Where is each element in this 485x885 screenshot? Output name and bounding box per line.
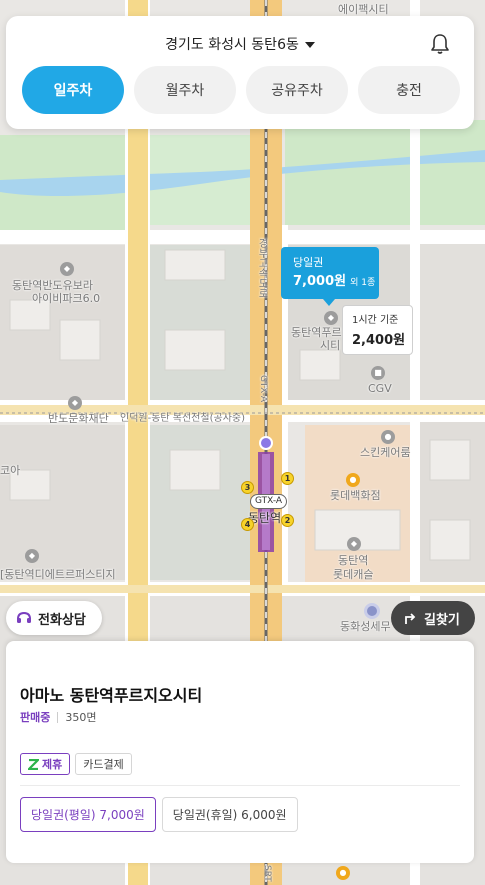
- exit-4-icon: 4: [241, 518, 254, 531]
- marker-kind: 1시간 기준: [352, 315, 399, 326]
- ticket-holiday-daily[interactable]: 당일권(휴일) 6,000원: [161, 797, 298, 832]
- gtx-badge: GTX-A: [250, 494, 288, 509]
- map-label-lotte-castle: 동탄역: [338, 554, 369, 567]
- map-label-gtx-line: GTX-A: [258, 375, 268, 403]
- map-label-lotte: 롯데백화점: [330, 489, 381, 502]
- parking-detail-sheet[interactable]: 아마노 동탄역푸르지오시티 판매중 350면 제휴 카드결제 당일권(평일) 7…: [6, 641, 474, 863]
- map-label-skin: 스킨케어룸: [360, 446, 411, 459]
- tag-partner: 제휴: [20, 753, 71, 775]
- poi-lotte-castle-icon: ◆: [347, 537, 361, 551]
- headset-icon: [17, 611, 31, 623]
- location-text: 경기도 화성시 동탄6동: [165, 37, 299, 53]
- parking-meta: 판매중 350면: [20, 709, 97, 725]
- poi-culture-icon: ◆: [68, 396, 82, 410]
- parking-price-marker-selected[interactable]: 당일권 7,000원 외 1종: [281, 247, 379, 306]
- map-label-lotte-castle-b: 롯데캐슬: [333, 568, 374, 581]
- poi-ditpark-icon: ◆: [25, 549, 39, 563]
- department-store-icon: ●: [346, 473, 360, 487]
- tag-card-payment: 카드결제: [75, 753, 132, 775]
- cinema-icon: ■: [371, 366, 385, 380]
- tax-office-icon: [364, 603, 380, 619]
- directions-button[interactable]: 길찾기: [391, 601, 475, 635]
- ticket-options: 당일권(평일) 7,000원 당일권(휴일) 6,000원: [20, 797, 298, 832]
- tab-daily[interactable]: 일주차: [22, 66, 124, 114]
- bell-icon[interactable]: [430, 33, 450, 55]
- phone-consult-button[interactable]: 전화상담: [6, 601, 102, 635]
- map-label-station-north: 동탄역푸르: [291, 326, 342, 339]
- top-panel: 경기도 화성시 동탄6동 일주차 월주차 공유주차 충전: [6, 16, 474, 129]
- caret-down-icon: [304, 42, 315, 48]
- map-label-road: 경부고속도로: [256, 238, 267, 298]
- exit-1-icon: 1: [281, 472, 294, 485]
- exit-3-icon: 3: [241, 481, 254, 494]
- map-label-cgv: CGV: [368, 382, 392, 395]
- marker-price: 7,000원 외 1종: [293, 274, 376, 289]
- turn-right-icon: [405, 613, 416, 624]
- map-label-ditpark: [동탄역디에트르퍼스티지: [0, 568, 116, 581]
- map-label-tax: 동화성세무: [340, 620, 391, 633]
- map-label-srt: SRT: [262, 865, 272, 882]
- partner-z-icon: [28, 758, 39, 770]
- divider: [57, 711, 59, 723]
- map-label-bando: 반도문화재단: [48, 412, 109, 425]
- map-label-apt-2: 아이비파크6.0: [32, 292, 101, 305]
- marker-price: 2,400원: [352, 333, 406, 348]
- consult-label: 전화상담: [38, 612, 86, 628]
- space-count: 350면: [65, 711, 97, 724]
- parking-price-marker[interactable]: 1시간 기준 2,400원: [342, 305, 413, 355]
- parking-type-tabs: 일주차 월주차 공유주차 충전: [22, 66, 460, 114]
- tab-monthly[interactable]: 월주차: [134, 66, 236, 114]
- divider: [20, 785, 460, 786]
- poi-apartment-icon: ◆: [60, 262, 74, 276]
- poi-food-icon: ●: [336, 866, 350, 880]
- map-label-apt: 동탄역반도유보라: [12, 279, 93, 292]
- map-label-top: 에이팩시티: [338, 3, 389, 16]
- map-label-partial-left: 코아: [0, 464, 21, 477]
- map-label-construction: 인덕원-동탄 복선전철(공사중): [120, 413, 245, 424]
- location-selector[interactable]: 경기도 화성시 동탄6동: [6, 34, 474, 54]
- poi-skin-icon: ●: [381, 430, 395, 444]
- tab-charging[interactable]: 충전: [358, 66, 460, 114]
- ticket-weekday-daily[interactable]: 당일권(평일) 7,000원: [20, 797, 156, 832]
- marker-kind: 당일권: [293, 256, 324, 269]
- feature-tags: 제휴 카드결제: [20, 753, 132, 775]
- exit-2-icon: 2: [281, 514, 294, 527]
- map-label-station-north-b: 시티: [320, 339, 341, 352]
- directions-label: 길찾기: [424, 612, 460, 628]
- tab-shared[interactable]: 공유주차: [246, 66, 348, 114]
- parking-name: 아마노 동탄역푸르지오시티: [20, 686, 203, 705]
- poi-building-icon: ◆: [324, 311, 338, 325]
- status-badge: 판매중: [20, 711, 51, 724]
